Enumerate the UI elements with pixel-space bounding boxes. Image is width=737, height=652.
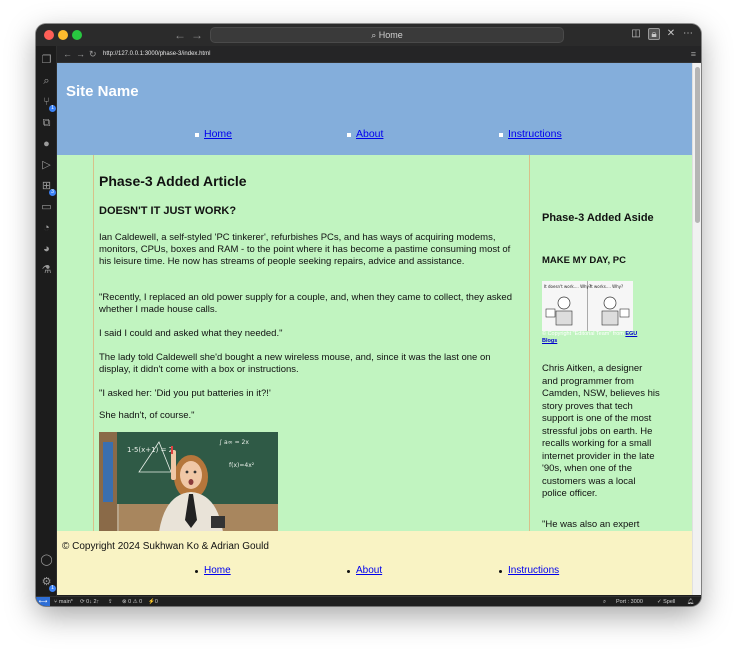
article-paragraph: "Recently, I replaced an old power suppl… [99, 292, 512, 315]
forward-arrow-icon[interactable]: → [191, 27, 203, 43]
article-paragraph: I said I could and asked what they neede… [99, 328, 283, 339]
aside-title: Phase-3 Added Aside [542, 212, 654, 224]
main-content: Phase-3 Added Article DOESN'T IT JUST WO… [57, 155, 692, 531]
browser-forward-icon[interactable]: → [76, 48, 85, 60]
testing-icon[interactable]: ⚗ [40, 264, 53, 277]
remote-window-icon[interactable]: ▭ [40, 201, 53, 214]
footer-link-about[interactable]: About [356, 565, 382, 576]
nav-bullet [347, 133, 351, 137]
database-icon[interactable]: ◕ [40, 243, 53, 256]
article-paragraph: She hadn't, of course." [99, 410, 195, 421]
footer-link-home[interactable]: Home [204, 565, 231, 576]
extensions-icon[interactable]: ⊞ 3 [40, 180, 56, 196]
command-center[interactable]: ⌕ Home [210, 27, 564, 43]
site-header: Site Name Home About Instructions [57, 63, 692, 155]
source-control-icon[interactable]: ⑂ 1 [40, 96, 56, 112]
zoom-icon[interactable]: ⌕ [603, 597, 606, 606]
column-divider [529, 155, 530, 531]
zoom-window-button[interactable] [72, 30, 82, 40]
aside-comic-image: It doesn't work.... Why? It works.... Wh… [542, 281, 633, 331]
article-paragraph: The lady told Caldewell she'd bought a n… [99, 352, 491, 375]
explorer-icon[interactable]: ❐ [40, 54, 53, 67]
timeline-icon[interactable]: ◔ [40, 222, 53, 235]
notification-badge: 1 [49, 105, 56, 112]
lock-icon[interactable]: 🔒︎ [648, 28, 660, 40]
comic-panel-right-caption: It works.... Why? [590, 284, 623, 289]
article-subtitle: DOESN'T IT JUST WORK? [99, 205, 237, 217]
aside-subtitle: MAKE MY DAY, PC [542, 255, 626, 266]
svg-text:∫ a∞ = 2x: ∫ a∞ = 2x [219, 439, 249, 446]
run-debug-icon[interactable]: ▷ [40, 159, 53, 172]
title-bar: ← → ⌕ Home ◫ 🔒︎ ✕ ⋯ [36, 24, 701, 46]
aside-paragraph: Chris Aitken, a designer and programmer … [542, 363, 660, 499]
caption-text: © Copyright "Editorial Team" from [542, 331, 626, 337]
ports-indicator[interactable]: ⚡0 [148, 597, 158, 606]
page-viewport: Site Name Home About Instructions Phase-… [57, 63, 701, 595]
spell-check[interactable]: ✓ Spell [657, 597, 675, 606]
image-caption: © Copyright "Editorial Team" from EGU Bl… [542, 331, 652, 345]
search-icon[interactable]: ⌕ [40, 75, 53, 88]
nav-bullet [499, 133, 503, 137]
browser-back-icon[interactable]: ← [63, 48, 72, 60]
article-paragraph: "I asked her: 'Did you put batteries in … [99, 388, 271, 399]
browser-menu-icon[interactable]: ≡ [691, 48, 696, 60]
spell-label: Spell [663, 599, 676, 605]
notification-badge: 1 [49, 585, 56, 592]
comic-panel-left-caption: It doesn't work.... Why? [544, 284, 591, 289]
url-input[interactable]: http://127.0.0.1:3000/phase-3/index.html [103, 49, 683, 60]
footer-nav-bullet [499, 570, 502, 573]
article-paragraph: Ian Caldewell, a self-styled 'PC tinkere… [99, 232, 511, 267]
sync-counts: 0↓ 2↑ [86, 599, 100, 605]
vscode-window: ← → ⌕ Home ◫ 🔒︎ ✕ ⋯ ❐ ⌕ ⑂ 1 ⧉ ● ▷ ⊞ 3 ▭ ◔ … [36, 24, 701, 606]
browser-toolbar: ← → ↻ http://127.0.0.1:3000/phase-3/inde… [57, 46, 701, 63]
site-footer: © Copyright 2024 Sukhwan Ko & Adrian Gou… [57, 531, 692, 595]
github-icon[interactable]: ● [40, 138, 53, 151]
svg-text:1-5(x+1) = 2: 1-5(x+1) = 2 [127, 446, 173, 454]
scrollbar-thumb[interactable] [695, 67, 700, 223]
branch-indicator[interactable]: ⑂ main* [54, 597, 73, 606]
account-icon[interactable]: ◯ [40, 554, 53, 567]
status-bar: ⟷ ⑂ main* ⟳ 0↓ 2↑ ⇪ ⊗ 0 ⚠ 0 ⚡0 ⌕ Port : … [36, 596, 701, 606]
more-actions-icon[interactable]: ⋯ [682, 28, 694, 40]
activity-bar: ❐ ⌕ ⑂ 1 ⧉ ● ▷ ⊞ 3 ▭ ◔ ◕ ⚗ ◯ ⚙ 1 [36, 46, 57, 596]
settings-gear-icon[interactable]: ⚙ 1 [40, 576, 56, 592]
nav-link-home[interactable]: Home [204, 128, 232, 140]
window-title: Home [378, 30, 403, 40]
live-server-port[interactable]: Port : 3000 [616, 597, 643, 606]
site-name: Site Name [66, 83, 139, 100]
back-arrow-icon[interactable]: ← [174, 27, 186, 43]
notification-badge: 3 [49, 189, 56, 196]
svg-text:f(x)=4x²: f(x)=4x² [229, 462, 255, 469]
remote-indicator-icon[interactable]: ⟷ [36, 597, 50, 606]
aside-paragraph: "He was also an expert [542, 519, 640, 530]
problems-indicator[interactable]: ⊗ 0 ⚠ 0 [122, 597, 142, 606]
search-icon: ⌕ [371, 30, 379, 40]
column-divider [93, 155, 94, 531]
branch-name: main* [58, 599, 73, 605]
article-title: Phase-3 Added Article [99, 173, 247, 189]
sync-status[interactable]: ⟳ 0↓ 2↑ [80, 597, 99, 606]
close-window-button[interactable] [44, 30, 54, 40]
minimize-window-button[interactable] [58, 30, 68, 40]
toggle-panel-icon[interactable]: ◫ [630, 28, 642, 40]
page-scrollbar[interactable] [692, 63, 701, 595]
notifications-bell-icon[interactable]: 🔔︎ [687, 597, 694, 606]
reload-icon[interactable]: ↻ [89, 48, 97, 60]
article: Phase-3 Added Article DOESN'T IT JUST WO… [99, 155, 525, 531]
main-nav: Home About Instructions [57, 128, 692, 142]
footer-nav-bullet [195, 570, 198, 573]
close-icon[interactable]: ✕ [665, 28, 677, 40]
nav-bullet [195, 133, 199, 137]
publish-icon[interactable]: ⇪ [108, 597, 113, 606]
footer-nav-bullet [347, 570, 350, 573]
article-image: 1-5(x+1) = 2 ∫ a∞ = 2x f(x)=4x² [99, 432, 278, 531]
nav-link-about[interactable]: About [356, 128, 383, 140]
remote-explorer-icon[interactable]: ⧉ [40, 117, 53, 130]
footer-link-instructions[interactable]: Instructions [508, 565, 559, 576]
nav-link-instructions[interactable]: Instructions [508, 128, 562, 140]
aside: Phase-3 Added Aside MAKE MY DAY, PC It d… [542, 155, 662, 531]
copyright-text: © Copyright 2024 Sukhwan Ko & Adrian Gou… [62, 541, 269, 552]
